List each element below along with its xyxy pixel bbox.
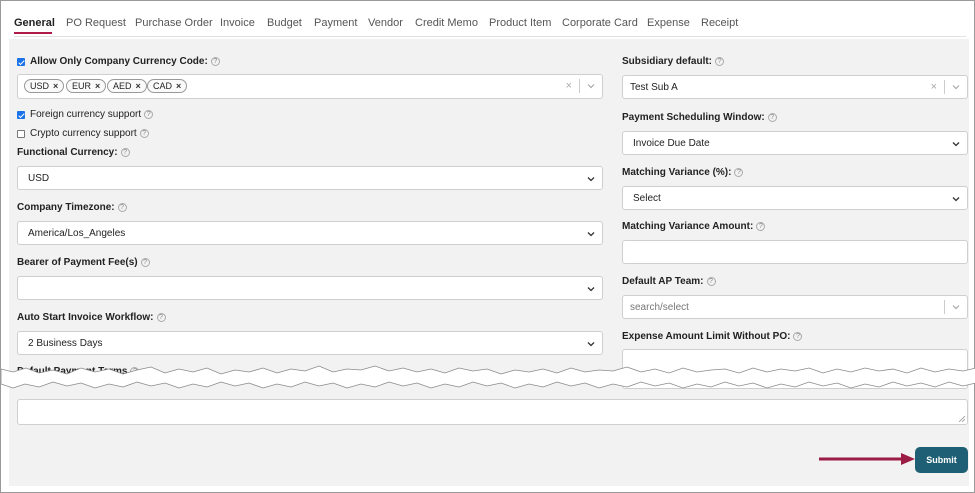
help-icon[interactable]: ? xyxy=(117,202,127,212)
currency-chip: AED × xyxy=(107,79,147,93)
company-timezone-select[interactable]: America/Los_Angeles xyxy=(17,221,603,245)
help-icon[interactable]: ? xyxy=(767,112,777,122)
chevron-down-icon xyxy=(587,342,595,347)
help-icon[interactable]: ? xyxy=(156,312,166,322)
matching-variance-pct-value: Select xyxy=(633,193,661,204)
clear-icon[interactable]: × xyxy=(566,80,572,92)
active-tab-underline xyxy=(14,32,52,34)
torn-edge-divider xyxy=(1,365,975,389)
functional-currency-label: Functional Currency:? xyxy=(17,147,130,158)
subsidiary-default-value: Test Sub A xyxy=(630,82,678,93)
matching-variance-pct-label: Matching Variance (%):? xyxy=(622,167,744,178)
foreign-currency-label: Foreign currency support? xyxy=(30,109,154,120)
remove-chip-icon[interactable]: × xyxy=(176,81,181,91)
allow-currency-checkbox[interactable] xyxy=(17,58,25,66)
help-icon[interactable]: ? xyxy=(756,221,766,231)
help-icon[interactable]: ? xyxy=(715,56,725,66)
tab-expense[interactable]: Expense xyxy=(647,17,690,29)
help-icon[interactable]: ? xyxy=(210,56,220,66)
resize-handle-icon[interactable] xyxy=(959,416,965,422)
chevron-down-icon[interactable] xyxy=(586,81,596,91)
currency-chip: CAD × xyxy=(147,79,188,93)
matching-variance-pct-select[interactable]: Select xyxy=(622,186,968,210)
tab-invoice[interactable]: Invoice xyxy=(220,17,255,29)
currency-chip: EUR × xyxy=(66,79,107,93)
arrow-indicator-icon xyxy=(819,453,915,465)
remove-chip-icon[interactable]: × xyxy=(53,81,58,91)
scheduling-window-select[interactable]: Invoice Due Date xyxy=(622,131,968,155)
divider xyxy=(579,79,580,93)
tab-po-request[interactable]: PO Request xyxy=(66,17,126,29)
help-icon[interactable]: ? xyxy=(144,109,154,119)
scheduling-window-label: Payment Scheduling Window:? xyxy=(622,112,777,123)
submit-button[interactable]: Submit xyxy=(915,447,968,473)
bearer-of-fees-select[interactable] xyxy=(17,276,603,300)
chevron-down-icon[interactable] xyxy=(951,302,961,312)
allow-currency-label: Allow Only Company Currency Code:? xyxy=(30,56,220,67)
currency-chip: USD × xyxy=(24,79,65,93)
divider xyxy=(944,300,945,314)
chevron-down-icon xyxy=(952,197,960,202)
default-ap-team-select[interactable]: search/select xyxy=(622,295,968,319)
clear-icon[interactable]: × xyxy=(931,81,937,93)
subsidiary-default-select[interactable]: Test Sub A × xyxy=(622,75,968,99)
tab-budget[interactable]: Budget xyxy=(267,17,302,29)
payment-terms-textarea[interactable] xyxy=(17,399,968,425)
crypto-currency-label: Crypto currency support? xyxy=(30,128,149,139)
tab-purchase-order[interactable]: Purchase Order xyxy=(135,17,213,29)
tab-payment[interactable]: Payment xyxy=(314,17,357,29)
help-icon[interactable]: ? xyxy=(120,147,130,157)
chevron-down-icon xyxy=(587,177,595,182)
settings-window: General PO Request Purchase Order Invoic… xyxy=(0,0,975,493)
chevron-down-icon[interactable] xyxy=(951,82,961,92)
help-icon[interactable]: ? xyxy=(793,331,803,341)
matching-variance-amount-input[interactable] xyxy=(622,240,968,264)
remove-chip-icon[interactable]: × xyxy=(95,81,100,91)
divider xyxy=(944,80,945,94)
bearer-of-fees-label: Bearer of Payment Fee(s)? xyxy=(17,257,150,268)
tab-product-item[interactable]: Product Item xyxy=(489,17,551,29)
help-icon[interactable]: ? xyxy=(734,167,744,177)
help-icon[interactable]: ? xyxy=(140,257,150,267)
functional-currency-value: USD xyxy=(28,173,50,184)
help-icon[interactable]: ? xyxy=(706,276,716,286)
default-ap-team-placeholder: search/select xyxy=(630,302,689,313)
help-icon[interactable]: ? xyxy=(139,128,149,138)
auto-start-workflow-label: Auto Start Invoice Workflow:? xyxy=(17,312,166,323)
auto-start-workflow-select[interactable]: 2 Business Days xyxy=(17,331,603,355)
general-settings-panel: Allow Only Company Currency Code:? USD × … xyxy=(9,39,969,486)
expense-limit-label: Expense Amount Limit Without PO:? xyxy=(622,331,803,342)
scheduling-window-value: Invoice Due Date xyxy=(633,138,710,149)
currency-code-multiselect[interactable]: USD × EUR × AED × CAD × × xyxy=(17,74,603,99)
tab-general[interactable]: General xyxy=(14,17,55,29)
tab-credit-memo[interactable]: Credit Memo xyxy=(415,17,478,29)
tab-corporate-card[interactable]: Corporate Card xyxy=(562,17,638,29)
functional-currency-select[interactable]: USD xyxy=(17,166,603,190)
auto-start-workflow-value: 2 Business Days xyxy=(28,338,103,349)
tab-vendor[interactable]: Vendor xyxy=(368,17,403,29)
foreign-currency-checkbox[interactable] xyxy=(17,111,25,119)
company-timezone-label: Company Timezone:? xyxy=(17,202,127,213)
chevron-down-icon xyxy=(587,232,595,237)
crypto-currency-checkbox[interactable] xyxy=(17,130,25,138)
default-ap-team-label: Default AP Team:? xyxy=(622,276,716,287)
company-timezone-value: America/Los_Angeles xyxy=(28,228,126,239)
tab-receipt[interactable]: Receipt xyxy=(701,17,738,29)
matching-variance-amount-label: Matching Variance Amount:? xyxy=(622,221,766,232)
chevron-down-icon xyxy=(952,142,960,147)
chevron-down-icon xyxy=(587,287,595,292)
tabs-divider xyxy=(14,36,966,37)
subsidiary-default-label: Subsidiary default:? xyxy=(622,56,725,67)
remove-chip-icon[interactable]: × xyxy=(136,81,141,91)
